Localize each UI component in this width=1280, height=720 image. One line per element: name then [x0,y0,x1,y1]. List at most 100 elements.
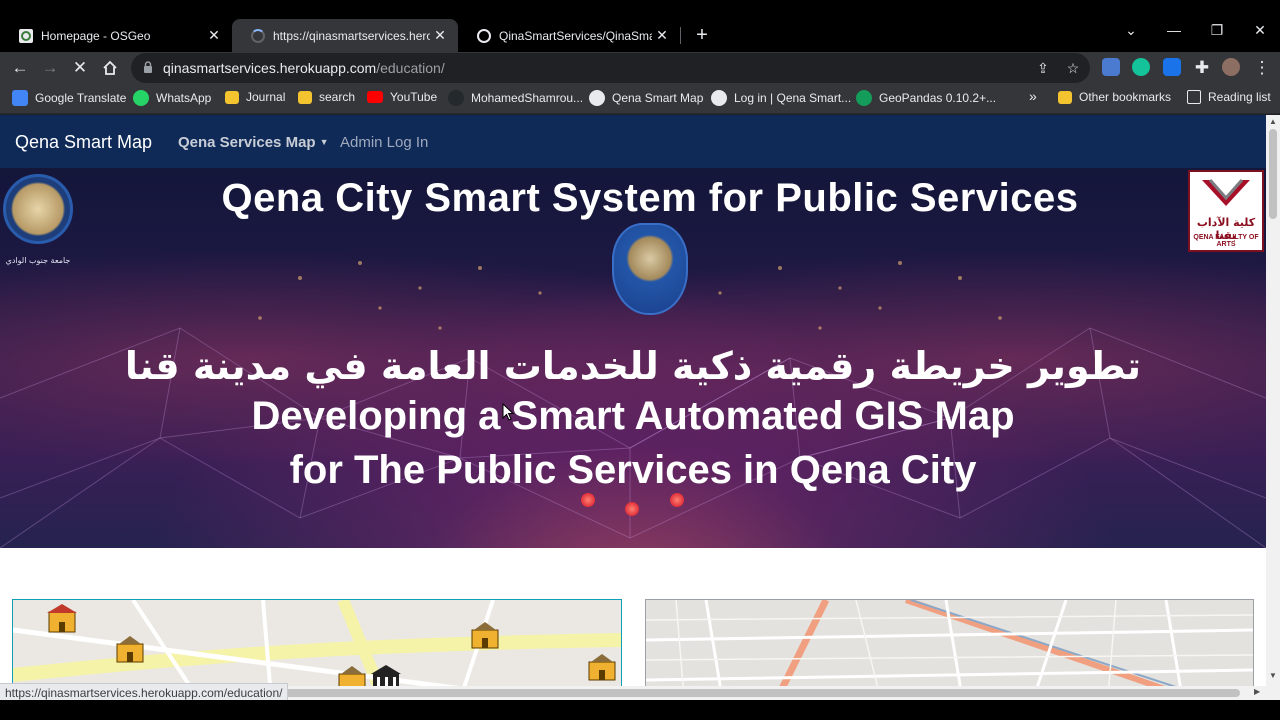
glow-orb [625,502,639,516]
tab-qena-active[interactable]: https://qinasmartservices.herokua ✕ [232,19,458,52]
folder-icon [298,90,312,104]
restore-icon[interactable]: ❐ [1205,22,1229,39]
close-window-icon[interactable]: ✕ [1248,22,1272,39]
new-tab-plus-icon[interactable]: + [690,24,714,48]
tab-osgeo[interactable]: Homepage - OSGeo ✕ [0,19,232,52]
bookmark-geopandas[interactable]: GeoPandas 0.10.2+... [856,90,996,106]
bookmark-youtube[interactable]: YouTube [367,90,437,104]
translate-extension-icon[interactable] [1102,58,1120,76]
forward-arrow-icon[interactable]: → [38,56,62,80]
whatsapp-icon [133,90,149,106]
home-icon[interactable] [98,56,122,80]
minimize-icon[interactable]: — [1162,22,1186,38]
tab-title: https://qinasmartservices.herokua [273,28,430,43]
caret-down-icon: ▼ [319,137,329,147]
nav-qena-services-map-dropdown[interactable]: Qena Services Map ▼ [178,134,329,151]
link-status-bubble: https://qinasmartservices.herokuapp.com/… [0,683,289,701]
bookmark-label: Reading list [1208,90,1271,104]
scroll-down-arrow-icon[interactable]: ▼ [1269,671,1277,680]
bookmark-qena-smart-map[interactable]: Qena Smart Map [589,90,703,106]
banner-title: Qena City Smart System for Public Servic… [221,176,1079,220]
school-marker-icon[interactable] [113,632,147,666]
browser-toolbar: ← → ✕ qinasmartservices.herokuapp.com/ed… [0,52,1280,84]
site-brand[interactable]: Qena Smart Map [15,132,152,153]
scrollbar-thumb[interactable] [1269,129,1277,219]
qena-faculty-of-arts-logo: كلية الآداب بقنا QENA FACULTY OF ARTS [1188,170,1264,252]
tab-strip: Homepage - OSGeo ✕ https://qinasmartserv… [0,0,1280,52]
bookmark-label: search [319,90,356,104]
hero-banner: جامعة جنوب الوادي Qena City Smart System… [0,168,1266,548]
banner-english-line-2: for The Public Services in Qena City [289,448,977,492]
google-translate-icon [12,90,28,106]
tab-close-icon[interactable]: ✕ [430,27,450,44]
github-favicon-icon [477,28,491,43]
school-marker-icon[interactable] [468,618,502,652]
glow-orb [670,493,684,507]
nav-admin-login[interactable]: Admin Log In [340,134,428,151]
address-bar[interactable]: qinasmartservices.herokuapp.com/educatio… [131,53,1090,83]
bookmark-star-icon[interactable]: ☆ [1063,58,1083,78]
tab-close-icon[interactable]: ✕ [652,27,672,44]
share-icon[interactable]: ⇪ [1033,58,1053,78]
folder-icon [225,90,239,104]
bookmark-login-qena[interactable]: Log in | Qena Smart... [711,90,851,106]
extensions-puzzle-icon[interactable]: ✚ [1190,56,1214,80]
qena-governorate-logo [612,223,688,315]
folder-icon [1058,90,1072,104]
lock-icon[interactable] [143,61,153,73]
glow-orb [581,493,595,507]
site-navbar: Qena Smart Map Qena Services Map ▼ Admin … [0,115,1266,168]
youtube-icon [367,91,383,103]
bookmark-label: GeoPandas 0.10.2+... [879,91,997,105]
tab-github[interactable]: QinaSmartServices/QinaSmartMa ✕ [458,19,680,52]
bookmarks-bar: Google Translate WhatsApp Journal search… [0,84,1280,114]
tab-close-icon[interactable]: ✕ [204,27,224,44]
url-text[interactable]: qinasmartservices.herokuapp.com/educatio… [163,60,445,76]
nav-label: Qena Services Map [178,134,316,151]
browser-window: Homepage - OSGeo ✕ https://qinasmartserv… [0,0,1280,720]
page-viewport: Qena Smart Map Qena Services Map ▼ Admin … [0,115,1280,720]
tab-title: QinaSmartServices/QinaSmartMa [499,28,652,43]
tab-search-dropdown-icon[interactable]: ⌄ [1119,22,1143,39]
back-arrow-icon[interactable]: ← [8,56,32,80]
bookmark-label: Other bookmarks [1079,90,1172,104]
bookmark-label: WhatsApp [156,91,212,105]
bookmark-label: Qena Smart Map [612,91,704,105]
stop-loading-icon[interactable]: ✕ [68,56,92,80]
bookmark-journal[interactable]: Journal [225,90,285,104]
grammarly-extension-icon[interactable] [1132,58,1150,76]
bottom-frame [0,700,1280,720]
bookmark-label: Google Translate [35,91,127,105]
bookmark-label: Journal [246,90,286,104]
bookmark-github[interactable]: MohamedShamrou... [448,90,583,106]
loading-spinner-icon [251,28,265,43]
school-marker-icon[interactable] [45,602,79,636]
bookmark-label: YouTube [390,90,438,104]
university-logo-caption: جامعة جنوب الوادي [5,256,71,265]
tab-separator [680,27,681,44]
bookmark-google-translate[interactable]: Google Translate [12,90,126,106]
screen-capture-extension-icon[interactable] [1163,58,1181,76]
geopandas-icon [856,90,872,106]
bookmarks-overflow-icon[interactable]: » [1029,88,1037,104]
scroll-up-arrow-icon[interactable]: ▲ [1269,117,1277,126]
globe-icon [589,90,605,106]
bookmark-label: Log in | Qena Smart... [734,91,852,105]
tab-title: Homepage - OSGeo [41,28,151,43]
reading-list-icon [1187,90,1201,104]
scrollbar-thumb[interactable] [270,689,1240,697]
osgeo-favicon-icon [19,28,33,43]
bookmark-search[interactable]: search [298,90,355,104]
banner-arabic-subtitle: تطوير خريطة رقمية ذكية للخدمات العامة في… [124,344,1142,388]
bookmark-label: MohamedShamrou... [471,91,584,105]
mouse-cursor-icon [502,403,514,421]
vertical-scrollbar[interactable]: ▲ ▼ [1266,115,1280,720]
faculty-chevron-emblem [1202,179,1250,206]
school-marker-icon[interactable] [585,650,619,684]
bookmark-reading-list[interactable]: Reading list [1187,90,1271,104]
bookmark-whatsapp[interactable]: WhatsApp [133,90,211,106]
bookmark-other-bookmarks[interactable]: Other bookmarks [1058,90,1171,104]
profile-avatar[interactable] [1222,58,1240,76]
menu-kebab-icon[interactable]: ⋮ [1250,56,1274,80]
scroll-right-arrow-icon[interactable]: ▶ [1254,687,1260,696]
